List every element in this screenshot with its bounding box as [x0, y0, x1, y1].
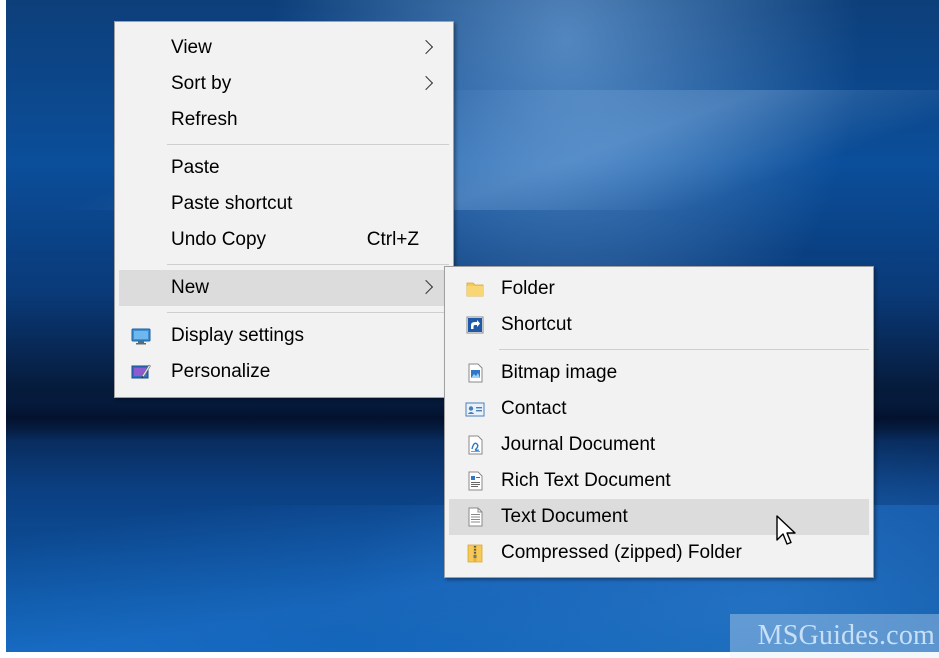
menu-item-paste[interactable]: Paste [119, 150, 449, 186]
rich-text-document-icon [468, 471, 483, 491]
menu-separator [167, 312, 449, 313]
menu-item-refresh[interactable]: Refresh [119, 102, 449, 138]
submenu-item-contact[interactable]: Contact [449, 391, 869, 427]
menu-item-label: Refresh [171, 109, 238, 130]
menu-separator [167, 264, 449, 265]
menu-item-label: Display settings [171, 325, 305, 346]
submenu-item-label: Contact [501, 398, 567, 419]
menu-item-personalize[interactable]: Personalize [119, 354, 449, 390]
submenu-item-text-document[interactable]: Text Document [449, 499, 869, 535]
menu-item-label: Undo Copy [171, 229, 267, 250]
submenu-item-label: Rich Text Document [501, 470, 671, 491]
shortcut-icon [466, 316, 484, 334]
menu-item-view[interactable]: View [119, 30, 449, 66]
submenu-item-journal-document[interactable]: Journal Document [449, 427, 869, 463]
submenu-item-label: Folder [501, 278, 555, 299]
submenu-item-label: Text Document [501, 506, 628, 527]
desktop-context-menu: View Sort by Refresh Paste Paste shortcu… [114, 21, 454, 398]
submenu-item-folder[interactable]: Folder [449, 271, 869, 307]
journal-document-icon [468, 435, 483, 455]
bitmap-image-icon [468, 363, 483, 383]
menu-item-display-settings[interactable]: Display settings [119, 318, 449, 354]
chevron-right-icon [418, 279, 434, 295]
chevron-right-icon [418, 75, 434, 91]
menu-item-label: New [171, 277, 210, 298]
submenu-item-bitmap-image[interactable]: Bitmap image [449, 355, 869, 391]
menu-item-undo-copy[interactable]: Undo Copy Ctrl+Z [119, 222, 449, 258]
mouse-pointer-icon [776, 515, 796, 545]
menu-item-label: View [171, 37, 212, 58]
submenu-item-label: Journal Document [501, 434, 656, 455]
submenu-item-label: Shortcut [501, 314, 572, 335]
submenu-item-label: Compressed (zipped) Folder [501, 542, 742, 563]
menu-separator [167, 144, 449, 145]
new-submenu: Folder Shortcut Bitmap image Contact Jou… [444, 266, 874, 578]
submenu-item-rich-text-document[interactable]: Rich Text Document [449, 463, 869, 499]
watermark: MSGuides.com [730, 614, 939, 658]
menu-separator [499, 349, 869, 350]
submenu-item-compressed-folder[interactable]: Compressed (zipped) Folder [449, 535, 869, 571]
submenu-item-shortcut[interactable]: Shortcut [449, 307, 869, 343]
menu-item-label: Paste [171, 157, 220, 178]
menu-item-new[interactable]: New [119, 270, 449, 306]
menu-item-label: Personalize [171, 361, 271, 382]
watermark-text: MSGuides.com [757, 620, 935, 651]
menu-item-sort-by[interactable]: Sort by [119, 66, 449, 102]
folder-icon [466, 282, 484, 297]
text-document-icon [468, 507, 483, 527]
chevron-right-icon [418, 39, 434, 55]
submenu-item-label: Bitmap image [501, 362, 618, 383]
menu-item-label: Paste shortcut [171, 193, 293, 214]
menu-item-shortcut: Ctrl+Z [366, 229, 419, 250]
menu-item-paste-shortcut[interactable]: Paste shortcut [119, 186, 449, 222]
menu-item-label: Sort by [171, 73, 232, 94]
contact-icon [465, 402, 485, 417]
display-settings-icon [131, 328, 151, 345]
personalize-icon [131, 364, 151, 379]
zipped-folder-icon [467, 544, 483, 563]
